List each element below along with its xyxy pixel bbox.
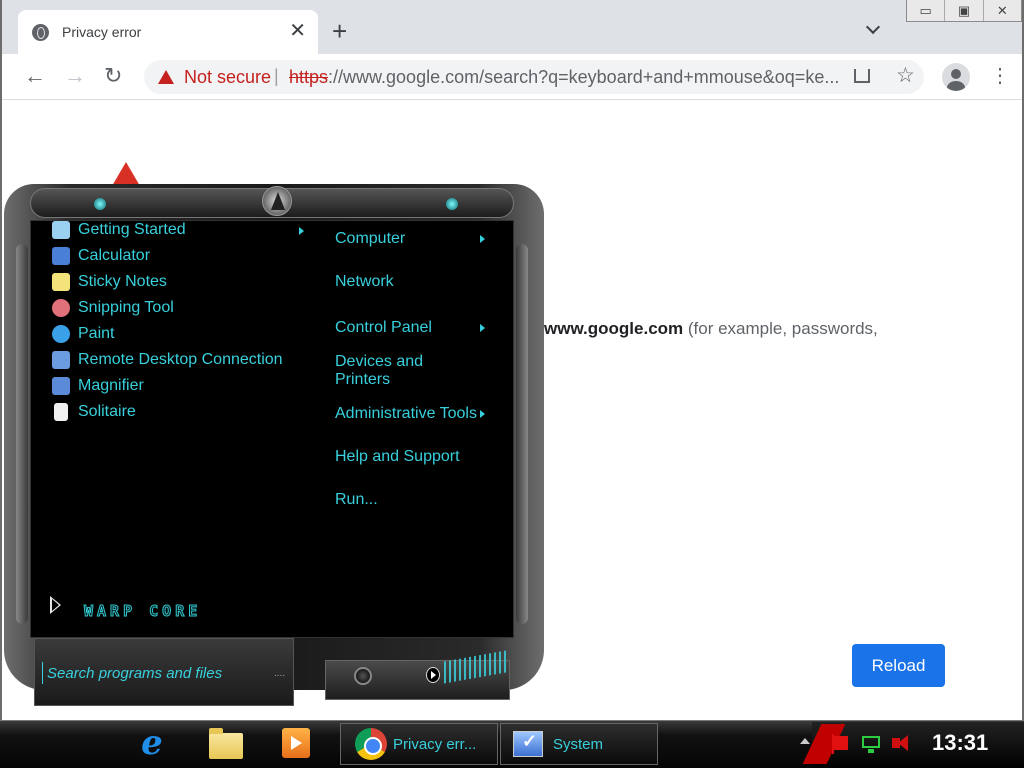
program-getting-started[interactable]: Getting Started — [52, 219, 186, 241]
submenu-arrow-icon — [299, 227, 304, 235]
show-hidden-icons-icon[interactable] — [800, 738, 810, 744]
starfleet-emblem-icon — [262, 186, 292, 216]
forward-button[interactable]: → — [64, 64, 86, 88]
system-icon — [513, 731, 543, 757]
page-domain: www.google.com — [544, 319, 684, 338]
search-programs-input[interactable] — [42, 662, 272, 684]
shutdown-options-arrow-icon[interactable] — [426, 667, 440, 683]
maximize-button[interactable]: ▣ — [945, 0, 984, 21]
start-menu-right-bezel — [516, 244, 528, 624]
new-tab-button[interactable]: + — [332, 18, 347, 44]
share-icon[interactable] — [854, 69, 870, 83]
page-error-text: www.google.com (for example, passwords, — [544, 319, 878, 339]
place-help-and-support[interactable]: Help and Support — [335, 448, 460, 466]
not-secure-label[interactable]: Not secure — [184, 67, 271, 88]
minimize-button[interactable]: ▭ — [907, 0, 946, 21]
all-programs-arrow-icon[interactable] — [50, 596, 61, 614]
tab-search-chevron-icon[interactable] — [865, 19, 881, 35]
tab-strip: Privacy error ✕ + ▭ ▣ ✕ — [2, 0, 1022, 54]
submenu-arrow-icon — [480, 235, 485, 243]
search-more-button[interactable]: .... — [274, 668, 285, 679]
getting-started-icon — [52, 221, 70, 239]
folder-icon — [209, 728, 243, 759]
solitaire-icon — [54, 403, 68, 421]
program-label: Snipping Tool — [78, 299, 174, 316]
chrome-icon — [355, 728, 387, 760]
media-player-icon — [282, 728, 310, 758]
taskbar-item-chrome[interactable]: Privacy err... — [340, 723, 498, 765]
place-network[interactable]: Network — [335, 273, 394, 291]
snipping-tool-icon — [52, 299, 70, 317]
url-rest: ://www.google.com/search?q=keyboard+and+… — [328, 67, 840, 87]
start-menu-left-bezel — [16, 244, 28, 624]
browser-toolbar: ← → ↻ Not secure | https://www.google.co… — [2, 54, 1022, 100]
pinned-file-explorer[interactable] — [208, 728, 244, 764]
program-remote-desktop[interactable]: Remote Desktop Connection — [52, 349, 283, 371]
program-label: Calculator — [78, 247, 151, 264]
warp-core-logo: WARP CORE — [83, 602, 202, 621]
program-magnifier[interactable]: Magnifier — [52, 375, 144, 397]
place-control-panel[interactable]: Control Panel — [335, 319, 432, 337]
url-text[interactable]: https://www.google.com/search?q=keyboard… — [289, 67, 844, 88]
remote-desktop-icon — [52, 351, 70, 369]
place-computer[interactable]: Computer — [335, 230, 405, 248]
close-window-button[interactable]: ✕ — [984, 0, 1021, 21]
warning-icon[interactable] — [158, 70, 174, 84]
profile-avatar-icon[interactable] — [942, 63, 970, 91]
url-scheme: https — [289, 67, 329, 87]
reload-page-button[interactable]: ↻ — [104, 64, 122, 88]
paint-icon — [52, 325, 70, 343]
program-solitaire[interactable]: Solitaire — [52, 401, 136, 423]
taskbar-item-label: System — [553, 735, 604, 753]
submenu-arrow-icon — [480, 410, 485, 418]
program-paint[interactable]: Paint — [52, 323, 114, 345]
taskbar-clock[interactable]: 13:31 — [932, 730, 988, 756]
place-run[interactable]: Run... — [335, 491, 378, 509]
place-devices-and-printers[interactable]: Devices and Printers — [335, 353, 445, 389]
program-label: Paint — [78, 325, 115, 342]
globe-icon — [32, 24, 49, 41]
sticky-notes-icon — [52, 273, 70, 291]
program-label: Remote Desktop Connection — [78, 351, 283, 368]
magnifier-icon — [52, 377, 70, 395]
action-center-flag-icon[interactable] — [832, 734, 848, 754]
pinned-internet-explorer[interactable]: e — [134, 723, 170, 763]
tab-close-button[interactable]: ✕ — [289, 20, 306, 42]
page-text-rest: (for example, passwords, — [683, 319, 878, 338]
taskbar-item-label: Privacy err... — [393, 735, 477, 753]
program-label: Getting Started — [78, 221, 186, 238]
tab-title: Privacy error — [62, 24, 142, 40]
shutdown-button[interactable] — [354, 667, 372, 685]
program-snipping-tool[interactable]: Snipping Tool — [52, 297, 174, 319]
network-icon[interactable] — [862, 736, 880, 753]
address-bar[interactable]: Not secure | https://www.google.com/sear… — [144, 60, 924, 94]
omnibox-separator: | — [274, 66, 279, 86]
browser-menu-icon[interactable]: ⋮ — [990, 64, 1010, 88]
back-button[interactable]: ← — [24, 64, 46, 88]
window-controls: ▭ ▣ ✕ — [906, 0, 1022, 22]
page-warning-icon — [112, 162, 140, 186]
indicator-light-icon — [446, 198, 458, 210]
taskbar-item-system[interactable]: System — [500, 723, 658, 765]
program-label: Sticky Notes — [78, 273, 167, 290]
tab-privacy-error[interactable]: Privacy error ✕ — [18, 10, 318, 54]
program-sticky-notes[interactable]: Sticky Notes — [52, 271, 167, 293]
reload-button[interactable]: Reload — [852, 644, 945, 687]
bookmark-star-icon[interactable]: ☆ — [896, 63, 915, 88]
program-label: Solitaire — [78, 403, 136, 420]
pinned-media-player[interactable] — [278, 725, 314, 761]
calculator-icon — [52, 247, 70, 265]
program-calculator[interactable]: Calculator — [52, 245, 150, 267]
volume-muted-icon[interactable] — [892, 735, 908, 751]
program-label: Magnifier — [78, 377, 144, 394]
submenu-arrow-icon — [480, 324, 485, 332]
internet-explorer-icon: e — [141, 723, 163, 763]
place-administrative-tools[interactable]: Administrative Tools — [335, 405, 477, 423]
indicator-light-icon — [94, 198, 106, 210]
